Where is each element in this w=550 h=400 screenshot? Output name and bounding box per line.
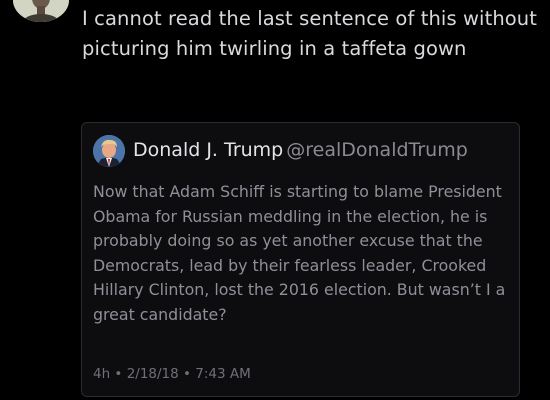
quoted-author-avatar[interactable] — [93, 135, 125, 167]
tweet-text: I cannot read the last sentence of this … — [82, 7, 538, 60]
quoted-author-header[interactable]: Donald J. Trump @realDonaldTrump — [133, 137, 468, 163]
quoted-author-avatar-image — [93, 135, 125, 167]
user-avatar[interactable] — [13, 0, 69, 22]
quoted-author-name[interactable]: Donald J. Trump — [133, 139, 283, 161]
quoted-tweet-card[interactable]: Donald J. Trump @realDonaldTrump Now that… — [81, 122, 520, 397]
quoted-tweet-text: Now that Adam Schiff is starting to blam… — [93, 182, 506, 324]
quoted-author-handle[interactable]: @realDonaldTrump — [286, 139, 468, 161]
quoted-tweet-timestamp: 4h • 2/18/18 • 7:43 AM — [93, 366, 251, 382]
user-avatar-image — [13, 0, 69, 22]
